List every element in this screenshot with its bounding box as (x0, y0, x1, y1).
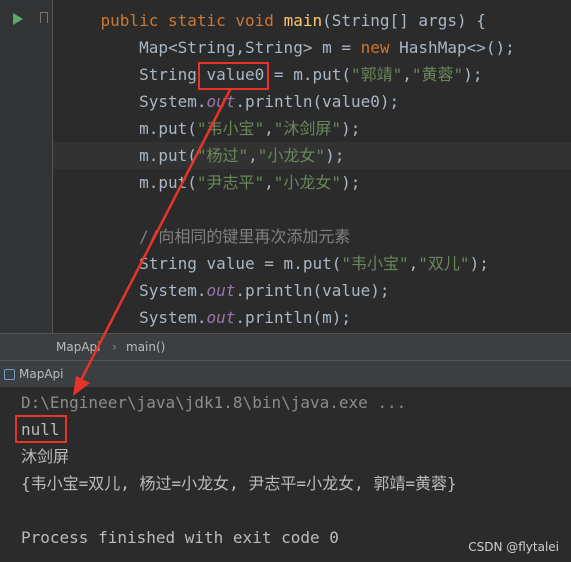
code-token: out (206, 308, 236, 327)
code-line: m.put("韦小宝","沐剑屏"); (62, 115, 360, 142)
code-token: m.put( (139, 146, 197, 165)
code-editor[interactable]: public static void main(String[] args) {… (0, 0, 571, 333)
code-token: "小龙女" (273, 173, 342, 192)
code-token: System. (139, 281, 207, 300)
code-token: "尹志平" (196, 173, 265, 192)
code-token: "小龙女" (257, 146, 326, 165)
code-token: , (264, 119, 274, 138)
breadcrumb-class[interactable]: MapApi (56, 334, 100, 360)
watermark: CSDN @flytalei (468, 540, 559, 554)
code-token: ); (463, 65, 483, 84)
console-output[interactable]: D:\Engineer\java\jdk1.8\bin\java.exe ...… (0, 387, 571, 562)
code-token: , (248, 146, 258, 165)
code-token: "沐剑屏" (273, 119, 342, 138)
code-token: String value0 = m.put( (139, 65, 351, 84)
code-token: public static void (100, 11, 284, 30)
run-icon (4, 369, 15, 380)
code-line: System.out.println(value); (62, 277, 390, 304)
console-line: 沐剑屏 (21, 447, 70, 466)
code-token: , (264, 173, 274, 192)
code-token: ); (325, 146, 345, 165)
code-token: main (283, 11, 323, 30)
console-line: Process finished with exit code 0 (21, 528, 339, 547)
code-line: String value = m.put("韦小宝","双儿"); (62, 250, 489, 277)
code-line: //向相同的键里再次添加元素 (62, 223, 350, 250)
code-token: .println(value0); (235, 92, 400, 111)
code-token: Map<String,String> m = (139, 38, 361, 57)
code-token: (String[] args) { (322, 11, 486, 30)
breadcrumb: MapApi › main() (0, 333, 571, 360)
code-line: Map<String,String> m = new HashMap<>(); (62, 34, 515, 61)
code-token: "韦小宝" (341, 254, 409, 273)
code-token: System. (139, 308, 207, 327)
code-token: ); (341, 119, 361, 138)
code-line: m.put("杨过","小龙女"); (62, 142, 344, 169)
run-tab-label[interactable]: MapApi (19, 367, 63, 381)
console-line: null (21, 420, 60, 439)
code-line: m.put("尹志平","小龙女"); (62, 169, 360, 196)
code-token: out (206, 281, 236, 300)
console-command-line: D:\Engineer\java\jdk1.8\bin\java.exe ... (21, 393, 407, 412)
code-token: System. (139, 92, 207, 111)
code-line: public static void main(String[] args) { (62, 7, 486, 34)
code-token: //向相同的键里再次添加元素 (139, 227, 351, 246)
breadcrumb-method[interactable]: main() (126, 334, 165, 360)
code-token: HashMap<>(); (399, 38, 515, 57)
code-token: m.put( (139, 173, 197, 192)
code-token: , (402, 65, 412, 84)
code-line: String value0 = m.put("郭靖","黄蓉"); (62, 61, 482, 88)
editor-gutter (0, 0, 53, 333)
run-tool-window-header: MapApi (0, 360, 571, 388)
code-line: System.out.println(m); (62, 304, 351, 331)
code-token: "韦小宝" (196, 119, 265, 138)
code-token: .println(value); (235, 281, 390, 300)
breadcrumb-separator: › (112, 340, 117, 354)
code-token: , (408, 254, 419, 273)
code-token: ); (469, 254, 489, 273)
code-token: m.put( (139, 119, 197, 138)
fold-marker-icon[interactable] (40, 12, 48, 23)
code-token: "郭靖" (350, 65, 403, 84)
code-token: "双儿" (418, 254, 470, 273)
code-token: ); (341, 173, 361, 192)
code-line: System.out.println(value0); (62, 88, 399, 115)
code-token: .println(m); (235, 308, 351, 327)
console-line: {韦小宝=双儿, 杨过=小龙女, 尹志平=小龙女, 郭靖=黄蓉} (21, 474, 457, 493)
code-token: out (206, 92, 236, 111)
code-token: new (360, 38, 400, 57)
run-gutter-icon[interactable] (13, 13, 23, 25)
code-token: String value = m.put( (139, 254, 342, 273)
code-token: "黄蓉" (411, 65, 464, 84)
code-token: "杨过" (196, 146, 249, 165)
